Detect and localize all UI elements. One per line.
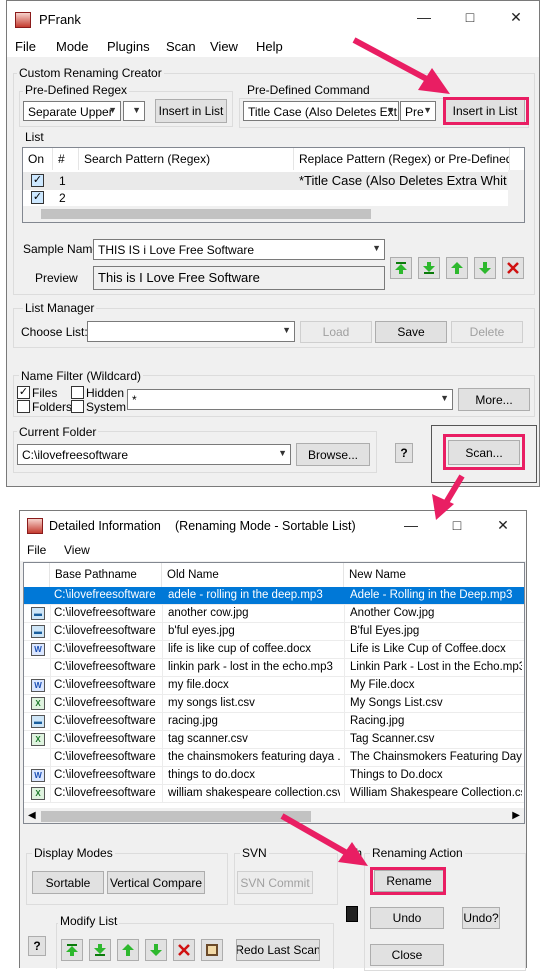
- annotation-arrow: [280, 813, 354, 859]
- annotation-arrowhead: [418, 68, 450, 94]
- annotation-arrows: [280, 37, 465, 866]
- annotation-arrow: [352, 37, 438, 87]
